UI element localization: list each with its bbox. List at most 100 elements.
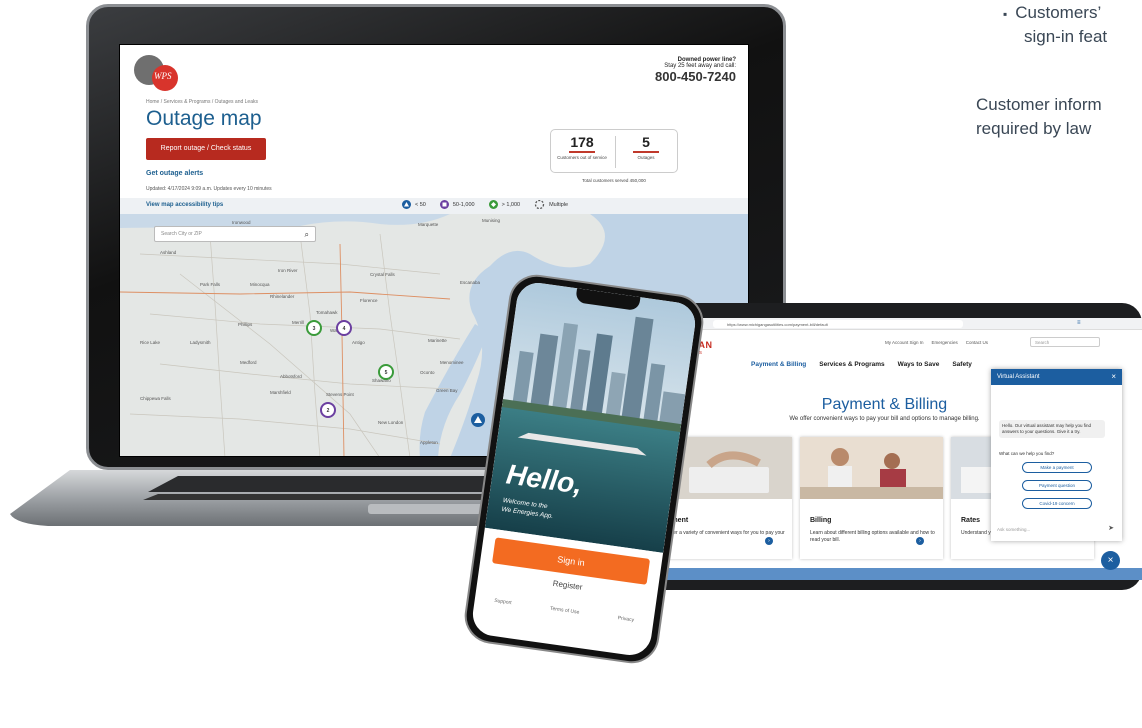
nav-payment-billing[interactable]: Payment & Billing (751, 361, 806, 368)
downed-powerline-notice: Downed power line? Stay 25 feet away and… (655, 57, 736, 84)
map-marker: 3 (306, 320, 322, 336)
bullet-dot: ▪ (1003, 7, 1008, 21)
stat-outages-value: 5 (642, 134, 650, 150)
search-placeholder: Search City or ZIP (161, 231, 202, 237)
outage-stats: 178 Customers out of service 5 Outages (550, 129, 678, 173)
send-icon[interactable]: ➤ (1108, 524, 1114, 532)
arrow-icon[interactable]: › (916, 537, 924, 545)
outage-alerts-link[interactable]: Get outage alerts (146, 170, 203, 177)
svg-text:Rhinelander: Rhinelander (270, 294, 295, 299)
svg-text:Crystal Falls: Crystal Falls (370, 272, 396, 277)
tablet-screen: ‹ › ↻ https://www.michigangasutilities.c… (627, 318, 1142, 580)
svg-text:Menominee: Menominee (440, 360, 464, 365)
downed-phone[interactable]: 800-450-7240 (655, 69, 736, 84)
accessibility-link[interactable]: View map accessibility tips (146, 202, 223, 208)
report-outage-button[interactable]: Report outage / Check status (146, 138, 266, 160)
legend-item: 50-1,000 (439, 200, 475, 209)
card-title: Rates (961, 517, 981, 524)
svg-text:Iron River: Iron River (278, 268, 298, 273)
main-nav: Payment & Billing Services & Programs Wa… (751, 361, 972, 368)
support-link[interactable]: Support (494, 598, 512, 606)
page-title: Outage map (146, 107, 262, 130)
nav-ways-to-save[interactable]: Ways to Save (898, 361, 940, 368)
va-title: Virtual Assistant (997, 374, 1040, 380)
nav-services-programs[interactable]: Services & Programs (819, 361, 884, 368)
svg-text:Ashland: Ashland (160, 250, 177, 255)
triangle-marker-icon (402, 200, 411, 209)
svg-text:Tomahawk: Tomahawk (316, 310, 338, 315)
svg-text:Abbotsford: Abbotsford (280, 374, 302, 379)
bullet-continuation: sign-in feat (1024, 27, 1108, 46)
updated-text: Updated: 4/17/2024 9:09 a.m. Updates eve… (146, 186, 272, 192)
svg-text:Ironwood: Ironwood (232, 220, 251, 225)
svg-text:3: 3 (313, 326, 316, 332)
browser-toolbar: ‹ › ↻ https://www.michigangasutilities.c… (627, 318, 1142, 330)
card-image (800, 437, 943, 499)
legend-label: Multiple (549, 201, 569, 208)
contact-link[interactable]: Contact Us (966, 340, 988, 345)
legend-item: > 1,000 (488, 200, 521, 209)
svg-text:Ladysmith: Ladysmith (190, 340, 211, 345)
utility-nav: My Account Sign In Emergencies Contact U… (885, 340, 988, 345)
legend-item: < 50 (402, 200, 426, 209)
paragraph-line-1: Customer inform (976, 95, 1102, 114)
legend-item: Multiple (534, 200, 568, 209)
close-icon[interactable]: × (1101, 551, 1120, 570)
nav-safety[interactable]: Safety (952, 361, 972, 368)
emergencies-link[interactable]: Emergencies (932, 340, 958, 345)
svg-text:Marquette: Marquette (418, 222, 439, 227)
va-message: Hello. Our virtual assistant may help yo… (999, 420, 1105, 438)
legend-label: 50-1,000 (452, 201, 475, 208)
stat-underline (633, 151, 659, 153)
stat-underline (569, 151, 595, 153)
svg-text:New London: New London (378, 420, 404, 425)
svg-text:Marshfield: Marshfield (270, 390, 291, 395)
svg-text:Chippewa Falls: Chippewa Falls (140, 396, 172, 401)
city-zip-search[interactable]: Search City or ZIP ⌕ (154, 226, 316, 242)
browser-menu-icon[interactable]: ≡ (1077, 320, 1081, 326)
svg-text:Merrill: Merrill (292, 320, 304, 325)
card-title: Billing (810, 517, 832, 524)
wps-logo[interactable]: WPS (134, 55, 182, 91)
map-marker: 2 (320, 402, 336, 418)
footer-band (627, 568, 1142, 580)
url-bar[interactable]: https://www.michigangasutilities.com/pay… (713, 320, 963, 328)
va-option-make-payment[interactable]: Make a payment (1022, 462, 1092, 473)
terms-link[interactable]: Terms of Use (550, 606, 580, 616)
phone-footer: Support Terms of Use Privacy (475, 595, 654, 626)
va-option-payment-question[interactable]: Payment question (1022, 480, 1092, 491)
map-marker: 4 (336, 320, 352, 336)
logo-text: WPS (152, 65, 178, 91)
svg-text:Appleton: Appleton (420, 440, 438, 445)
breadcrumb[interactable]: Home / Services & Programs / Outages and… (146, 99, 258, 105)
account-signin-link[interactable]: My Account Sign In (885, 340, 924, 345)
paragraph-line-2: required by law (976, 119, 1092, 138)
svg-text:Green Bay: Green Bay (436, 388, 458, 393)
card-billing[interactable]: Billing Learn about different billing op… (800, 437, 943, 559)
svg-text:Munising: Munising (482, 218, 501, 223)
site-search-input[interactable]: Search (1030, 337, 1100, 347)
va-question: What can we help you find? (999, 451, 1055, 456)
svg-text:Antigo: Antigo (352, 340, 365, 345)
privacy-link[interactable]: Privacy (617, 615, 634, 623)
svg-text:Phillips: Phillips (238, 322, 253, 327)
map-marker: 5 (378, 364, 394, 380)
legend-label: < 50 (415, 201, 426, 208)
search-icon[interactable]: ⌕ (305, 230, 309, 240)
legend-label: > 1,000 (501, 201, 521, 208)
svg-text:Medford: Medford (240, 360, 257, 365)
multiple-marker-icon (534, 200, 545, 209)
map-legend: < 50 50-1,000 > 1,000 Multiple (402, 200, 568, 209)
customers-served: Total customers served 450,000 (582, 178, 646, 183)
svg-text:5: 5 (385, 370, 388, 376)
close-icon[interactable]: × (1111, 372, 1116, 381)
va-input[interactable]: Ask something... (997, 527, 1030, 532)
svg-text:4: 4 (343, 326, 346, 332)
svg-text:Marinette: Marinette (428, 338, 447, 343)
svg-text:Park Falls: Park Falls (200, 282, 221, 287)
stat-customers-value: 178 (570, 134, 594, 150)
map-marker (471, 413, 485, 427)
va-option-covid[interactable]: Covid-19 concern (1022, 498, 1092, 509)
svg-text:Oconto: Oconto (420, 370, 435, 375)
arrow-icon[interactable]: › (765, 537, 773, 545)
